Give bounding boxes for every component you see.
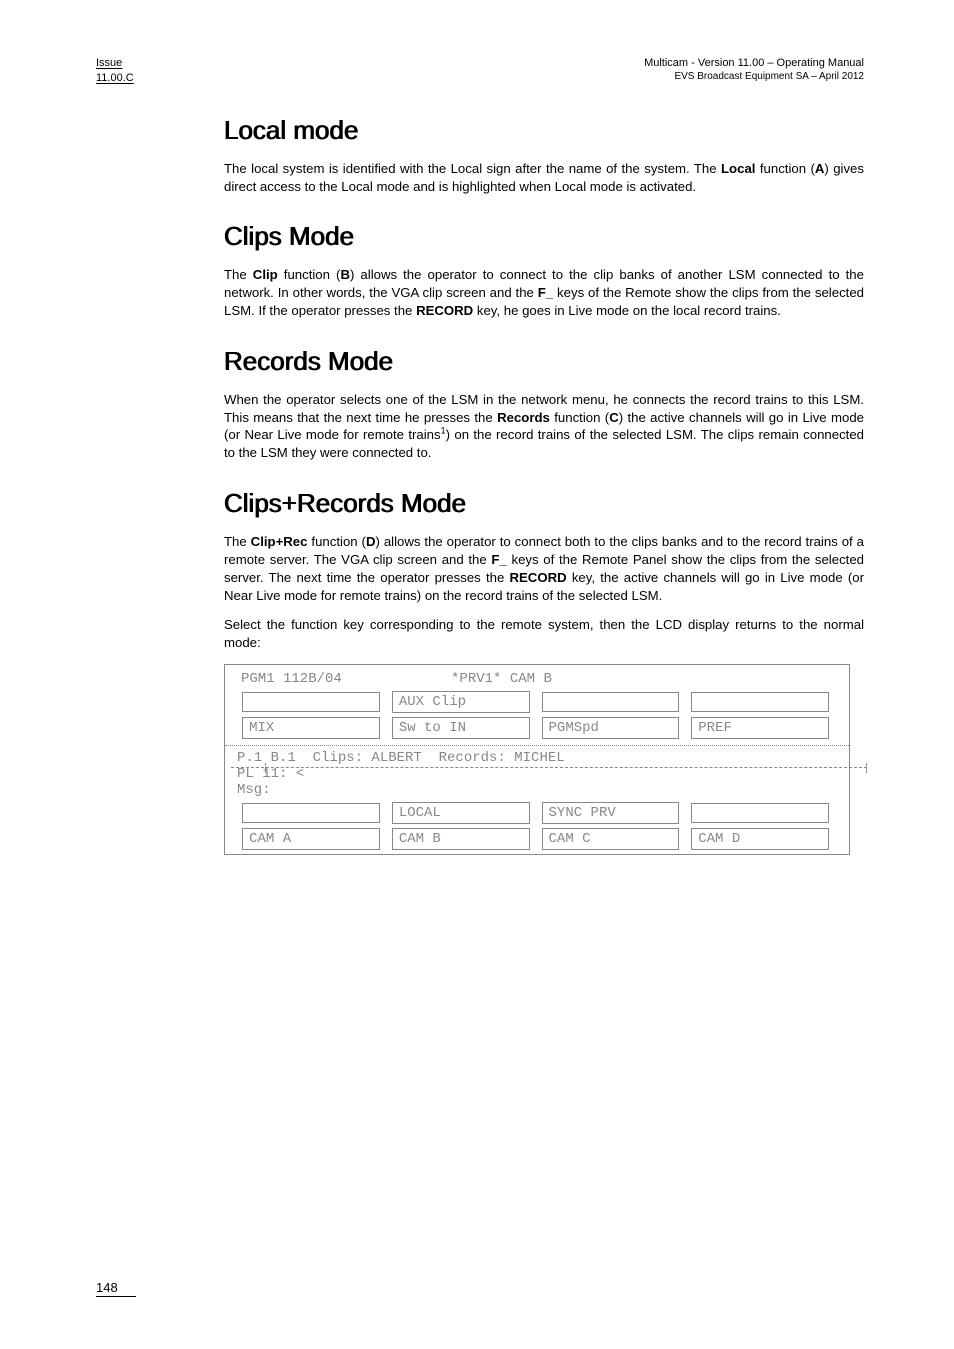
text-bold: RECORD [416,303,473,318]
text-bold: F_ [491,552,506,567]
lcd-cell [242,692,380,712]
text-bold: B [340,267,350,282]
lcd-cell [691,803,829,823]
lcd-status-line: P.1 B.1 Clips: ALBERT Records: MICHEL [233,750,841,766]
page-number: 148 [96,1280,136,1297]
lcd-cell [242,803,380,823]
lcd-msg-line: Msg: [233,782,841,798]
text-bold: RECORD [509,570,566,585]
lcd-cell [542,692,680,712]
text-bold: F_ [538,285,553,300]
lcd-cell: LOCAL [392,802,530,824]
lcd-cell: SYNC PRV [542,802,680,824]
issue-block: Issue 11.00.C [96,56,134,87]
para-local: The local system is identified with the … [224,160,864,196]
manual-title: Multicam - Version 11.00 – Operating Man… [644,56,864,70]
lcd-cell: CAM C [542,828,680,850]
text-bold: C [609,410,619,425]
para-cliprec-2: Select the function key corresponding to… [224,616,864,652]
text-bold: Clip+Rec [251,534,308,549]
text-bold: Records [497,410,550,425]
content-area: Local mode The local system is identifie… [224,115,864,855]
text-bold: A [815,161,825,176]
lcd-cell: AUX Clip [392,691,530,713]
lcd-cell: CAM A [242,828,380,850]
lcd-playlist-line: PL 11: < [233,766,841,782]
header-right: Multicam - Version 11.00 – Operating Man… [644,56,864,83]
text: The local system is identified with the … [224,161,721,176]
text: function ( [278,267,341,282]
heading-local-mode: Local mode [224,115,864,146]
text-bold: Clip [253,267,278,282]
manual-subtitle: EVS Broadcast Equipment SA – April 2012 [644,70,864,83]
text: function ( [550,410,609,425]
text: The [224,267,253,282]
lcd-cell: CAM D [691,828,829,850]
lcd-top-header: PGM1 112B/04 *PRV1* CAM B [233,671,841,687]
lcd-cell [691,692,829,712]
issue-line2: 11.00.C [96,72,134,84]
para-cliprec-1: The Clip+Rec function (D) allows the ope… [224,533,864,604]
lcd-cell: PREF [691,717,829,739]
text: key, he goes in Live mode on the local r… [473,303,781,318]
dash-tick [866,763,867,773]
lcd-cell: MIX [242,717,380,739]
para-clips: The Clip function (B) allows the operato… [224,266,864,319]
heading-cliprec-mode: Clips+Records Mode [224,488,864,519]
lcd-separator [225,745,849,746]
heading-clips-mode: Clips Mode [224,221,864,252]
issue-line1: Issue [96,57,122,69]
lcd-display: PGM1 112B/04 *PRV1* CAM B AUX Clip MIX S… [224,664,850,855]
lcd-cell: PGMSpd [542,717,680,739]
lcd-underline [231,767,867,768]
lcd-cell: Sw to IN [392,717,530,739]
dash-tick [265,763,266,773]
heading-records-mode: Records Mode [224,346,864,377]
text-bold: Local [721,161,755,176]
para-records: When the operator selects one of the LSM… [224,391,864,462]
text: function ( [755,161,814,176]
lcd-cell: CAM B [392,828,530,850]
text: The [224,534,251,549]
text: function ( [307,534,365,549]
page-header: Issue 11.00.C Multicam - Version 11.00 –… [96,56,864,87]
